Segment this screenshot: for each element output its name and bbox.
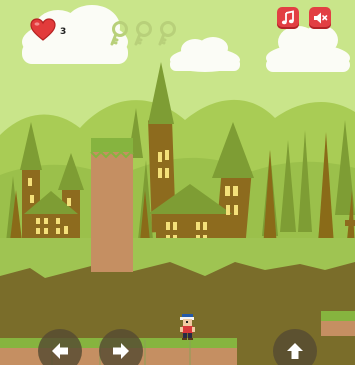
game-world	[0, 0, 355, 365]
arrow-left-icon	[52, 343, 68, 359]
distant-ledge	[345, 220, 355, 226]
arrow-right-icon	[113, 343, 129, 359]
pillar-platform	[90, 138, 134, 272]
lives-indicator: 3	[30, 18, 66, 42]
right-ledge	[321, 311, 355, 336]
sound-toggle-button[interactable]	[309, 7, 331, 29]
keys-indicator	[108, 20, 177, 48]
heart-icon	[30, 18, 56, 41]
game-screen: 3	[0, 0, 355, 365]
jump-button[interactable]	[273, 329, 317, 365]
lives-count: 3	[60, 27, 67, 37]
key-icon	[110, 21, 128, 46]
move-left-button[interactable]	[38, 329, 82, 365]
music-note-icon	[281, 10, 294, 25]
player-character	[180, 314, 195, 340]
move-right-button[interactable]	[99, 329, 143, 365]
speaker-muted-icon	[314, 12, 328, 24]
key-icon	[134, 21, 152, 46]
music-toggle-button[interactable]	[277, 7, 299, 29]
arrow-up-icon	[287, 343, 303, 359]
key-icon	[158, 21, 176, 46]
